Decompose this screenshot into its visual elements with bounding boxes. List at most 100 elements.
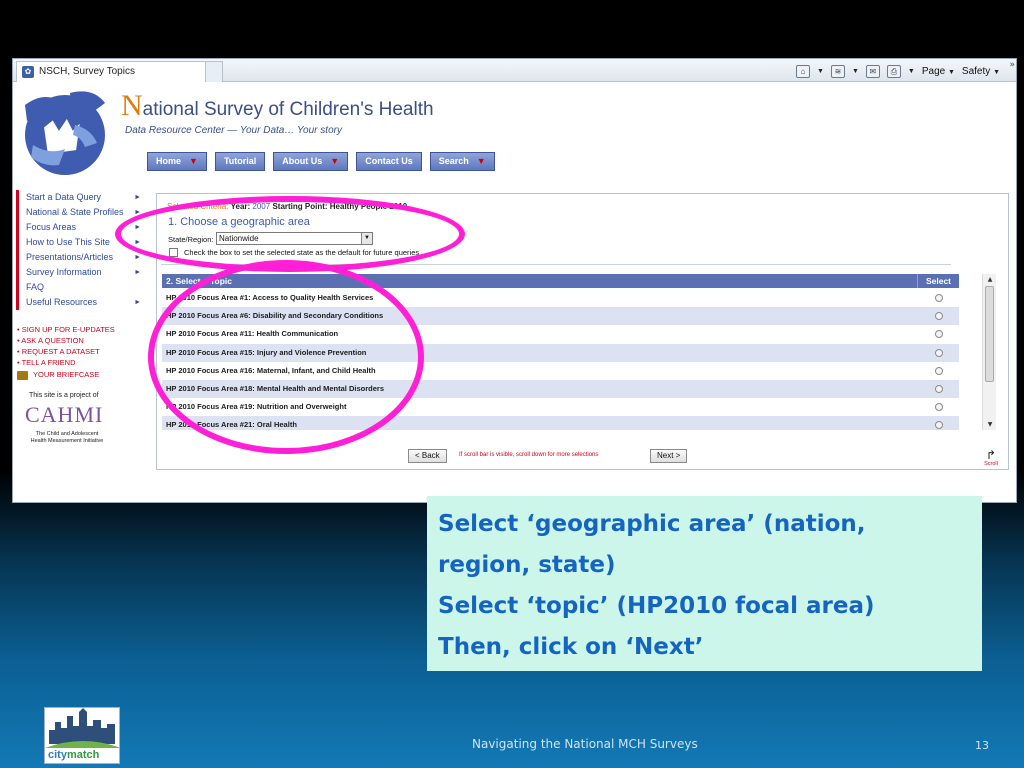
triangle-down-icon: ▼ [330, 156, 340, 166]
topic-table-header: 2. Select a Topic Select [162, 274, 959, 288]
state-region-label: State/Region: [168, 235, 214, 244]
next-button[interactable]: Next > [650, 449, 688, 463]
skyline-icon [45, 708, 119, 748]
table-row[interactable]: HP 2010 Focus Area #15: Injury and Viole… [162, 343, 959, 362]
browser-tab[interactable]: ✿ NSCH, Survey Topics [16, 61, 206, 82]
safety-menu[interactable]: Safety ▼ [962, 66, 1000, 77]
slide-footer: Navigating the National MCH Surveys [472, 737, 698, 751]
topic-list: HP 2010 Focus Area #1: Access to Quality… [162, 289, 959, 430]
back-button[interactable]: < Back [408, 449, 447, 463]
sidebar-links: • SIGN UP FOR E-UPDATES • ASK A QUESTION… [17, 324, 115, 368]
nav-about-us-button[interactable]: About Us ▼ [273, 152, 349, 171]
topic-radio[interactable] [935, 330, 943, 339]
query-panel: Selected Criteria: Year: 2007 Starting P… [156, 193, 1009, 470]
scroll-thumb [985, 286, 994, 382]
feeds-dropdown-icon[interactable]: ▼ [852, 68, 859, 75]
feeds-icon[interactable]: ≋ [830, 64, 845, 78]
command-bar: ⌂ ▼ ≋ ▼ ✉ ⎙ ▼ Page ▼ Safety ▼ [796, 61, 1000, 81]
slide-number: 13 [975, 739, 989, 752]
site-logo-hands-icon [25, 91, 105, 175]
topic-radio[interactable] [935, 312, 943, 321]
site-tagline: Data Resource Center — Your Data… Your s… [125, 125, 342, 136]
arrow-right-icon: ► [134, 239, 141, 246]
caption-line: Select ‘topic’ (HP2010 focal area) [438, 593, 875, 619]
arrow-right-icon: ► [134, 299, 141, 306]
cahmi-logo[interactable]: CAHMI [25, 402, 103, 428]
briefcase-icon [17, 370, 28, 380]
table-row[interactable]: HP 2010 Focus Area #6: Disability and Se… [162, 307, 959, 326]
state-region-select[interactable]: Nationwide ▼ [216, 232, 373, 245]
sidebar-item-profiles[interactable]: National & State Profiles ► [16, 205, 141, 220]
divider [161, 264, 951, 265]
triangle-down-icon: ▼ [189, 156, 198, 166]
sidebar-item-resources[interactable]: Useful Resources ► [16, 295, 141, 310]
site-favicon-icon: ✿ [22, 66, 34, 78]
browser-window: ✿ NSCH, Survey Topics ⌂ ▼ ≋ ▼ ✉ ⎙ ▼ Page ▼ … [12, 58, 1017, 503]
dropdown-arrow-icon: ▼ [361, 233, 372, 244]
main-nav: Home ▼ Tutorial About Us ▼ Contact Us Sear… [147, 152, 495, 171]
scroll-hint: If scroll bar is visible, scroll down fo… [459, 452, 599, 458]
sidebar: Start a Data Query ► National & State Pro… [16, 190, 141, 310]
cahmi-note: This site is a project of [29, 392, 99, 399]
table-row[interactable]: HP 2010 Focus Area #11: Health Communica… [162, 325, 959, 343]
tell-friend-link[interactable]: • TELL A FRIEND [17, 357, 115, 368]
caption-line: Select ‘geographic area’ (nation, [438, 511, 866, 537]
table-row[interactable]: HP 2010 Focus Area #16: Maternal, Infant… [162, 362, 959, 380]
citymatch-wordmark: citymatch [48, 749, 100, 761]
nav-contact-us-button[interactable]: Contact Us [356, 152, 422, 171]
sidebar-item-focus-areas[interactable]: Focus Areas ► [16, 220, 141, 235]
signup-link[interactable]: • SIGN UP FOR E-UPDATES [17, 324, 115, 335]
sidebar-item-presentations[interactable]: Presentations/Articles ► [16, 250, 141, 265]
sidebar-item-start-query[interactable]: Start a Data Query ► [16, 190, 141, 205]
topic-radio[interactable] [935, 366, 943, 375]
new-tab-button[interactable] [205, 61, 223, 82]
caption-line: Then, click on ‘Next’ [438, 634, 704, 660]
table-row[interactable]: HP 2010 Focus Area #21: Oral Health [162, 416, 959, 430]
tab-bar: ✿ NSCH, Survey Topics ⌂ ▼ ≋ ▼ ✉ ⎙ ▼ Page ▼ … [13, 59, 1016, 82]
arrow-right-icon: ► [134, 224, 141, 231]
nav-home-button[interactable]: Home ▼ [147, 152, 207, 171]
home-icon[interactable]: ⌂ [796, 64, 811, 78]
sidebar-item-how-to-use[interactable]: How to Use This Site ► [16, 235, 141, 250]
request-dataset-link[interactable]: • REQUEST A DATASET [17, 346, 115, 357]
arrow-right-icon: ► [134, 209, 141, 216]
table-row[interactable]: HP 2010 Focus Area #18: Mental Health an… [162, 379, 959, 399]
tab-title: NSCH, Survey Topics [39, 66, 135, 77]
scroll-up-icon: ▲ [987, 276, 993, 283]
topic-radio[interactable] [935, 384, 943, 393]
page-menu[interactable]: Page ▼ [922, 66, 955, 77]
table-row[interactable]: HP 2010 Focus Area #19: Nutrition and Ov… [162, 398, 959, 416]
caption-line: region, state) [438, 552, 616, 578]
briefcase-link[interactable]: YOUR BRIEFCASE [17, 370, 99, 380]
arrow-right-icon: ► [134, 269, 141, 276]
nav-search-button[interactable]: Search ▼ [429, 152, 495, 171]
ask-question-link[interactable]: • ASK A QUESTION [17, 335, 115, 346]
arrow-right-icon: ► [134, 254, 141, 261]
geo-section-title: 1. Choose a geographic area [168, 216, 310, 228]
citymatch-logo: citymatch [44, 707, 120, 764]
topic-scrollbar[interactable]: ▲ ▼ [982, 274, 996, 430]
default-state-checkbox[interactable] [169, 248, 178, 257]
mail-icon[interactable]: ✉ [865, 64, 880, 78]
sidebar-item-survey-info[interactable]: Survey Information ► [16, 265, 141, 280]
sidebar-item-faq[interactable]: FAQ [16, 280, 141, 295]
cahmi-subtitle: The Child and Adolescent Health Measurem… [30, 431, 104, 444]
chevron-right-icon[interactable]: » [1009, 60, 1015, 70]
topic-radio[interactable] [935, 403, 943, 412]
nav-tutorial-button[interactable]: Tutorial [214, 152, 266, 171]
print-dropdown-icon[interactable]: ▼ [908, 68, 915, 75]
scroll-down-icon: ▼ [987, 421, 993, 428]
home-dropdown-icon[interactable]: ▼ [817, 68, 824, 75]
default-state-label: Check the box to set the selected state … [184, 248, 420, 257]
slide-caption: Select ‘geographic area’ (nation, region… [427, 496, 982, 671]
selected-criteria: Selected Criteria: Year: 2007 Starting P… [167, 202, 408, 211]
print-icon[interactable]: ⎙ [886, 64, 901, 78]
scroll-hint-icon: ↱ Scroll [980, 449, 1002, 467]
topic-radio[interactable] [935, 348, 943, 357]
topic-radio[interactable] [935, 294, 943, 302]
arrow-right-icon: ► [134, 194, 141, 201]
triangle-down-icon: ▼ [476, 156, 486, 166]
topic-radio[interactable] [935, 421, 943, 430]
site-title: National Survey of Children's Health [121, 89, 434, 122]
table-row[interactable]: HP 2010 Focus Area #1: Access to Quality… [162, 289, 959, 307]
